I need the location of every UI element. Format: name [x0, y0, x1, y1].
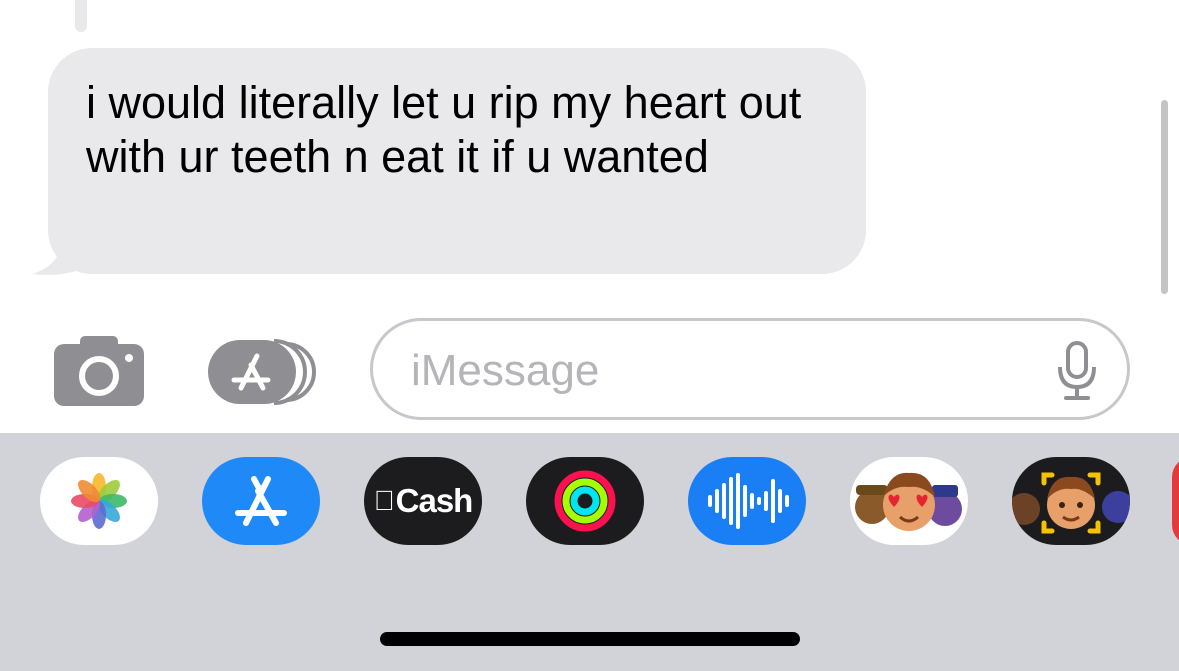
waveform-icon	[708, 473, 789, 529]
apple-icon: 	[374, 485, 395, 517]
home-indicator[interactable]	[380, 632, 800, 646]
photos-app-button[interactable]	[40, 457, 158, 545]
partial-app-button[interactable]	[1172, 457, 1179, 545]
audio-message-app-button[interactable]	[688, 457, 806, 545]
message-field[interactable]	[370, 318, 1130, 420]
memoji-stickers-app-button[interactable]	[850, 457, 968, 545]
activity-rings-icon	[554, 470, 616, 532]
message-input[interactable]	[409, 343, 1033, 399]
incoming-message-bubble[interactable]: i would literally let u rip my heart out…	[48, 48, 866, 274]
message-text: i would literally let u rip my heart out…	[86, 77, 802, 182]
memoji-app-button[interactable]	[1012, 457, 1130, 545]
microphone-icon	[1058, 341, 1096, 400]
memoji-stickers-icon	[855, 472, 962, 531]
fitness-app-button[interactable]	[526, 457, 644, 545]
camera-button[interactable]	[54, 336, 144, 406]
scroll-indicator[interactable]	[1161, 100, 1168, 294]
memoji-camera-icon	[1012, 472, 1130, 534]
previous-bubble-edge	[75, 0, 87, 32]
app-store-app-button[interactable]	[202, 457, 320, 545]
apple-cash-label:  Cash	[364, 457, 482, 545]
apple-cash-app-button[interactable]:  Cash	[364, 457, 482, 545]
app-store-icon	[208, 339, 316, 405]
camera-icon	[54, 336, 144, 406]
cash-text: Cash	[385, 482, 474, 519]
photos-icon	[71, 473, 127, 529]
dictation-button[interactable]	[1055, 339, 1099, 403]
app-store-icon	[235, 476, 287, 526]
apps-button[interactable]	[206, 338, 318, 406]
